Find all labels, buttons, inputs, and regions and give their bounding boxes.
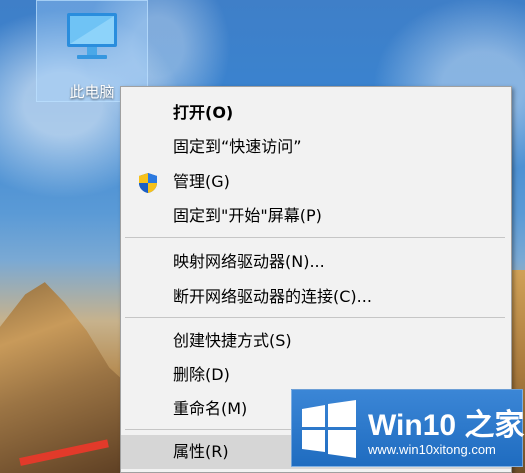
menu-item-label: 属性(R) [173,442,229,461]
menu-item-manage[interactable]: 管理(G) [121,165,511,199]
uac-shield-icon [139,173,157,193]
menu-item-label: 固定到“快速访问” [173,137,302,156]
menu-item-create-shortcut[interactable]: 创建快捷方式(S) [121,324,511,358]
menu-item-label: 删除(D) [173,365,230,384]
menu-item-label: 管理(G) [173,172,230,191]
menu-item-label: 固定到"开始"屏幕(P) [173,206,322,225]
desktop-background: 此电脑 打开(O) 固定到“快速访问” 管理(G) 固定到"开始"屏幕(P) 映… [0,0,525,473]
menu-item-pin-quick-access[interactable]: 固定到“快速访问” [121,130,511,164]
menu-item-label: 映射网络驱动器(N)... [173,252,325,271]
menu-item-open[interactable]: 打开(O) [121,96,511,130]
win10-watermark: Win10 之家 www.win10xitong.com [291,389,525,467]
menu-item-label: 断开网络驱动器的连接(C)... [173,287,372,306]
menu-separator [125,237,505,238]
menu-item-pin-start[interactable]: 固定到"开始"屏幕(P) [121,199,511,233]
watermark-title: Win10 之家 [368,409,525,442]
menu-item-map-network-drive[interactable]: 映射网络驱动器(N)... [121,245,511,279]
this-pc-icon [67,13,117,59]
watermark-url: www.win10xitong.com [368,442,496,457]
menu-item-disconnect-network-drive[interactable]: 断开网络驱动器的连接(C)... [121,280,511,314]
menu-item-label: 创建快捷方式(S) [173,331,292,350]
menu-item-label: 打开(O) [173,103,234,122]
menu-item-delete[interactable]: 删除(D) [121,358,511,392]
menu-item-label: 重命名(M) [173,399,248,418]
rock-scenery [0,282,140,473]
windows-logo [302,400,356,458]
menu-separator [125,317,505,318]
